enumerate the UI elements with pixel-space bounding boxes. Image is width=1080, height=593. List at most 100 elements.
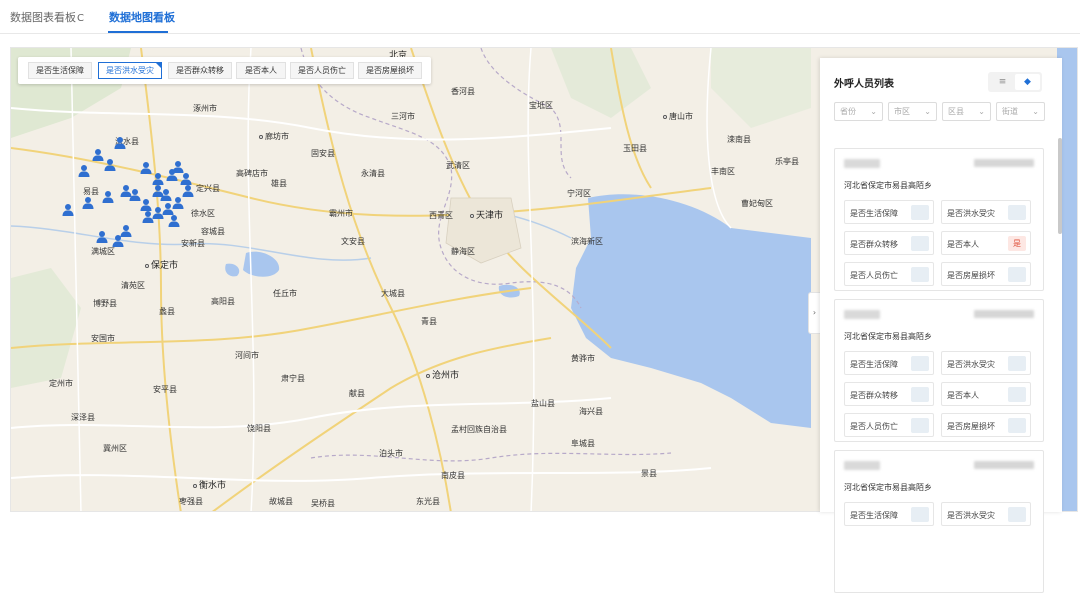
map-city-label: 大城县 (381, 289, 405, 298)
map-city-label: 河间市 (235, 351, 259, 360)
refresh-icon[interactable]: C (77, 13, 84, 24)
top-tabs: 数据图表看板C 数据地图看板 (0, 0, 1080, 34)
redacted-phone (974, 310, 1034, 318)
map-city-label: 滨海新区 (571, 237, 603, 246)
select-placeholder: 街道 (1002, 107, 1018, 116)
map-city-label: 吴桥县 (311, 499, 335, 508)
tab-chart-dashboard[interactable]: 数据图表看板C (10, 9, 84, 25)
redacted-name (844, 159, 880, 168)
map-city-label: 霸州市 (329, 209, 353, 218)
redacted-phone (974, 159, 1034, 167)
district-select[interactable]: 区县 ⌄ (942, 102, 991, 121)
person-marker-icon[interactable] (111, 234, 125, 248)
flag-item: 是否房屋损坏 (941, 262, 1031, 286)
map-city-label: 青县 (421, 317, 437, 326)
city-select[interactable]: 市区 ⌄ (888, 102, 937, 121)
callee-card[interactable]: 河北省保定市易县高陌乡 是否生活保障 是否洪水受灾 (834, 450, 1044, 593)
redacted-name (844, 461, 880, 470)
map-city-label: 南皮县 (441, 471, 465, 480)
map-city-label: 黄骅市 (571, 354, 595, 363)
province-select[interactable]: 省份 ⌄ (834, 102, 883, 121)
map-city-label: 武清区 (446, 161, 470, 170)
callee-address: 河北省保定市易县高陌乡 (844, 181, 932, 190)
person-marker-icon[interactable] (95, 230, 109, 244)
map-city-label: 高阳县 (211, 297, 235, 306)
callee-address: 河北省保定市易县高陌乡 (844, 483, 932, 492)
map-city-label: 肃宁县 (281, 374, 305, 383)
map-city-label: 徐水区 (191, 209, 215, 218)
filter-casualty[interactable]: 是否人员伤亡 (290, 62, 354, 79)
callee-card[interactable]: 河北省保定市易县高陌乡 是否生活保障 是否洪水受灾 是否群众转移 是否本人是 是… (834, 148, 1044, 291)
map-city-label: 涿州市 (193, 104, 217, 113)
filter-living-support[interactable]: 是否生活保障 (28, 62, 92, 79)
map-city-label: 香河县 (451, 87, 475, 96)
active-tab-indicator (108, 31, 168, 33)
flag-item: 是否生活保障 (844, 502, 934, 526)
map-city-label: 故城县 (269, 497, 293, 506)
map-city-label: 冀州区 (103, 444, 127, 453)
street-select[interactable]: 街道 ⌄ (996, 102, 1045, 121)
map-filter-bar: 是否生活保障 是否洪水受灾 是否群众转移 是否本人 是否人员伤亡 是否房屋损坏 (18, 57, 431, 84)
person-marker-icon[interactable] (77, 164, 91, 178)
map-city-label: 饶阳县 (247, 424, 271, 433)
person-marker-icon[interactable] (101, 190, 115, 204)
map-city-label: 安新县 (181, 239, 205, 248)
map-city-label: 丰南区 (711, 167, 735, 176)
map-city-label: 安国市 (91, 334, 115, 343)
callee-card[interactable]: 河北省保定市易县高陌乡 是否生活保障 是否洪水受灾 是否群众转移 是否本人 是否… (834, 299, 1044, 442)
filter-mass-transfer[interactable]: 是否群众转移 (168, 62, 232, 79)
flag-item: 是否本人是 (941, 231, 1031, 255)
panel-scrollbar[interactable] (1058, 138, 1062, 234)
list-icon[interactable]: ≡ (990, 74, 1015, 90)
map-city-label: 西青区 (429, 211, 453, 220)
map-city-label: 静海区 (451, 247, 475, 256)
callee-address: 河北省保定市易县高陌乡 (844, 332, 932, 341)
filter-house-damage[interactable]: 是否房屋损坏 (358, 62, 422, 79)
tab-map-dashboard[interactable]: 数据地图看板 (109, 9, 175, 25)
map-city-label: 东光县 (416, 497, 440, 506)
map-city-label: 博野县 (93, 299, 117, 308)
filter-flood-affected[interactable]: 是否洪水受灾 (98, 62, 162, 79)
chevron-down-icon: ⌄ (978, 107, 985, 116)
person-marker-icon[interactable] (113, 136, 127, 150)
person-marker-icon[interactable] (159, 188, 173, 202)
map-city-label: 廊坊市 (259, 131, 289, 142)
person-marker-icon[interactable] (103, 158, 117, 172)
person-marker-icon[interactable] (81, 196, 95, 210)
map-city-label: 高碑店市 (236, 169, 268, 178)
map-city-label: 盐山县 (531, 399, 555, 408)
map-city-label: 深泽县 (71, 413, 95, 422)
filter-self[interactable]: 是否本人 (236, 62, 286, 79)
map-city-label: 泊头市 (379, 449, 403, 458)
map-city-label: 天津市 (470, 208, 503, 221)
map-city-label: 蠡县 (159, 307, 175, 316)
tab-label: 数据图表看板 (10, 11, 76, 24)
select-placeholder: 省份 (840, 107, 856, 116)
select-placeholder: 区县 (948, 107, 964, 116)
panel-collapse-handle[interactable]: › (808, 292, 820, 334)
map-city-label: 宁河区 (567, 189, 591, 198)
map-city-label: 滦南县 (727, 135, 751, 144)
map-city-label: 永清县 (361, 169, 385, 178)
person-marker-icon[interactable] (167, 214, 181, 228)
callee-list-panel: 外呼人员列表 ≡ ◆ 省份 ⌄ 市区 ⌄ 区县 ⌄ 街道 ⌄ 河北省保定市易县高陌乡 是… (820, 58, 1062, 593)
person-marker-icon[interactable] (61, 203, 75, 217)
map-city-label: 文安县 (341, 237, 365, 246)
redacted-phone (974, 461, 1034, 469)
map-city-label: 曹妃甸区 (741, 199, 773, 208)
chevron-down-icon: ⌄ (870, 107, 877, 116)
chevron-down-icon: ⌄ (1032, 107, 1039, 116)
flag-item: 是否生活保障 (844, 351, 934, 375)
person-marker-icon[interactable] (171, 196, 185, 210)
flag-item: 是否群众转移 (844, 382, 934, 406)
map-city-label: 唐山市 (663, 111, 693, 122)
person-marker-icon[interactable] (141, 210, 155, 224)
flag-item: 是否群众转移 (844, 231, 934, 255)
person-marker-icon[interactable] (181, 184, 195, 198)
view-toggle: ≡ ◆ (988, 72, 1042, 92)
flag-item: 是否本人 (941, 382, 1031, 406)
flag-item: 是否洪水受灾 (941, 502, 1031, 526)
layers-icon[interactable]: ◆ (1015, 74, 1040, 90)
map-city-label: 乐亭县 (775, 157, 799, 166)
chevron-down-icon: ⌄ (924, 107, 931, 116)
